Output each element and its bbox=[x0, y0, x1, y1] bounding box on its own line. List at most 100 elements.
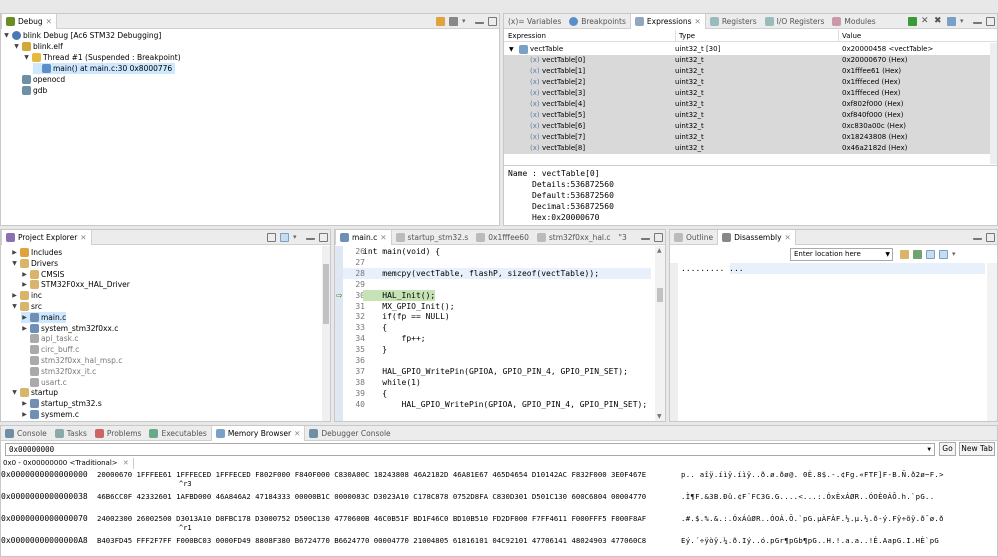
tab-debugger-console[interactable]: Debugger Console bbox=[305, 426, 394, 441]
editor-scrollbar[interactable]: ▲ ▼ bbox=[655, 246, 665, 421]
chevron-right-icon[interactable]: ▶ bbox=[21, 398, 28, 409]
tab-variables[interactable]: (x)= Variables bbox=[504, 14, 565, 29]
go-button[interactable]: Go bbox=[939, 442, 956, 456]
chevron-right-icon[interactable]: ▶ bbox=[21, 323, 28, 334]
memory-row[interactable]: 0x0000000000000038 46B6CC0F 42332601 1AFB… bbox=[1, 491, 997, 513]
explorer-item[interactable]: circ_buff.c bbox=[21, 344, 79, 355]
tab-main-c[interactable]: main.c ✕ bbox=[335, 230, 392, 245]
explorer-item[interactable]: stm32f0xx_hal_msp.c bbox=[21, 355, 122, 366]
disassembly-content[interactable]: ......... ... bbox=[681, 263, 744, 274]
minimize-icon[interactable] bbox=[475, 19, 484, 24]
collapse-all-icon[interactable] bbox=[947, 17, 956, 26]
tab-overflow[interactable]: "3 bbox=[615, 230, 631, 245]
maximize-icon[interactable] bbox=[986, 17, 995, 26]
remove-all-icon[interactable]: ✖ bbox=[934, 17, 943, 26]
view-menu-icon[interactable]: ▾ bbox=[960, 17, 969, 26]
tab-tasks[interactable]: Tasks bbox=[51, 426, 91, 441]
tree-item-openocd[interactable]: openocd bbox=[13, 74, 65, 85]
remove-icon[interactable]: ✕ bbox=[921, 17, 930, 26]
tab-disassembly[interactable]: Disassembly ✕ bbox=[717, 230, 796, 245]
tree-item-stackframe[interactable]: main() at main.c:30 0x8000776 bbox=[33, 63, 176, 74]
chevron-down-icon[interactable]: ▼ bbox=[11, 258, 18, 269]
link-with-editor-icon[interactable] bbox=[280, 233, 289, 242]
memory-row[interactable]: 0x0000000000000070 24002300 26002500 D301… bbox=[1, 513, 997, 535]
tab-hal-c[interactable]: stm32f0xx_hal.c bbox=[533, 230, 615, 245]
explorer-item[interactable]: ▶ CMSIS bbox=[21, 269, 64, 280]
close-icon[interactable]: ✕ bbox=[380, 230, 386, 245]
chevron-down-icon[interactable]: ▼ bbox=[885, 249, 890, 260]
chevron-down-icon[interactable]: ▼ bbox=[927, 444, 931, 455]
tab-startup-s[interactable]: startup_stm32.s bbox=[392, 230, 473, 245]
chevron-down-icon[interactable]: ▼ bbox=[11, 301, 18, 312]
tree-item-launch[interactable]: ▼ blink Debug [Ac6 STM32 Debugging] bbox=[3, 30, 161, 41]
tab-registers[interactable]: Registers bbox=[706, 14, 761, 29]
tab-breakpoints[interactable]: Breakpoints bbox=[565, 14, 630, 29]
column-type[interactable]: Type bbox=[675, 30, 695, 42]
tab-debug[interactable]: Debug ✕ bbox=[1, 14, 57, 29]
code-line[interactable]: 29 bbox=[343, 279, 651, 290]
explorer-item[interactable]: ▶ startup_stm32.s bbox=[21, 398, 102, 409]
memory-row[interactable]: 0x00000000000000A8 B403FD45 FFF2F7FF F000… bbox=[1, 535, 997, 556]
memory-row[interactable]: 0x0000000000000000 20000670 1FFFEE61 1FFF… bbox=[1, 469, 997, 491]
expression-row[interactable]: (x) vectTable[3] uint32_t 0x1fffeced (Hex) bbox=[504, 88, 997, 99]
rendering-tab[interactable]: 0x0 - 0x00000000 <Traditional> ✕ bbox=[1, 458, 134, 469]
view-menu-icon[interactable]: ▾ bbox=[952, 250, 961, 259]
refresh-icon[interactable] bbox=[913, 250, 922, 259]
tab-console[interactable]: Console bbox=[1, 426, 51, 441]
code-line[interactable]: 26 int main(void) { bbox=[343, 246, 651, 257]
code-line[interactable]: 36 bbox=[343, 355, 651, 366]
code-line[interactable]: 31 MX_GPIO_Init(); bbox=[343, 301, 651, 312]
view-menu-icon[interactable]: ▾ bbox=[462, 17, 471, 26]
tab-io-registers[interactable]: I/O Registers bbox=[761, 14, 829, 29]
chevron-right-icon[interactable]: ▶ bbox=[11, 247, 18, 258]
minimize-icon[interactable] bbox=[641, 235, 650, 240]
maximize-icon[interactable] bbox=[986, 233, 995, 242]
code-line[interactable]: 27 bbox=[343, 257, 651, 268]
scrollbar-thumb[interactable] bbox=[657, 288, 663, 302]
remove-terminated-icon[interactable] bbox=[449, 17, 458, 26]
home-icon[interactable] bbox=[900, 250, 909, 259]
code-line[interactable]: 34 fp++; bbox=[343, 333, 651, 344]
collapse-all-icon[interactable] bbox=[436, 17, 445, 26]
tab-executables[interactable]: Executables bbox=[145, 426, 210, 441]
expression-row[interactable]: (x) vectTable[7] uint32_t 0x18243808 (Hex) bbox=[504, 132, 997, 143]
code-line[interactable]: 32 if(fp == NULL) bbox=[343, 311, 651, 322]
column-expression[interactable]: Expression bbox=[508, 30, 546, 42]
expression-row[interactable]: (x) vectTable[5] uint32_t 0xf840f000 (Hex) bbox=[504, 110, 997, 121]
scroll-down-icon[interactable]: ▼ bbox=[657, 413, 662, 420]
scrollbar-thumb[interactable] bbox=[323, 264, 329, 324]
expression-row[interactable]: (x) vectTable[8] uint32_t 0x46a2182d (Hex) bbox=[504, 143, 997, 154]
chevron-right-icon[interactable]: ▶ bbox=[21, 279, 28, 290]
chevron-right-icon[interactable]: ▶ bbox=[21, 269, 28, 280]
expression-row[interactable]: (x) vectTable[0] uint32_t 0x20000670 (Hex) bbox=[504, 55, 997, 66]
collapse-all-icon[interactable] bbox=[267, 233, 276, 242]
explorer-item[interactable]: usart.c bbox=[21, 377, 67, 388]
explorer-item[interactable]: ▶ main.c bbox=[21, 311, 67, 323]
code-line[interactable]: 28 memcpy(vectTable, flashP, sizeof(vect… bbox=[343, 267, 651, 279]
expressions-scrollbar[interactable] bbox=[990, 43, 997, 164]
minimize-icon[interactable] bbox=[973, 19, 982, 24]
column-value[interactable]: Value bbox=[838, 30, 861, 42]
close-icon[interactable]: ✕ bbox=[785, 230, 791, 245]
tree-item-gdb[interactable]: gdb bbox=[13, 85, 47, 96]
close-icon[interactable]: ✕ bbox=[80, 230, 86, 245]
view-menu-icon[interactable]: ▾ bbox=[293, 233, 302, 242]
explorer-item[interactable]: ▶ inc bbox=[11, 290, 42, 301]
explorer-item[interactable]: ▶ sysmem.c bbox=[21, 409, 79, 420]
expression-row[interactable]: (x) vectTable[4] uint32_t 0xf802f000 (Hex) bbox=[504, 99, 997, 110]
code-line[interactable]: 30 HAL_Init(); bbox=[343, 289, 651, 301]
code-line[interactable]: 40 HAL_GPIO_WritePin(GPIOA, GPIO_PIN_4, … bbox=[343, 399, 651, 410]
maximize-icon[interactable] bbox=[488, 17, 497, 26]
explorer-item[interactable]: ▶ Includes bbox=[11, 247, 62, 258]
chevron-right-icon[interactable]: ▶ bbox=[21, 312, 28, 323]
new-tab-button[interactable]: New Tab bbox=[959, 442, 995, 456]
link-icon[interactable] bbox=[926, 250, 935, 259]
tab-expressions[interactable]: Expressions ✕ bbox=[629, 14, 706, 29]
minimize-icon[interactable] bbox=[306, 235, 315, 240]
close-icon[interactable]: ✕ bbox=[123, 459, 129, 467]
location-input[interactable]: Enter location here ▼ bbox=[790, 248, 893, 261]
chevron-down-icon[interactable]: ▼ bbox=[13, 41, 20, 52]
chevron-down-icon[interactable]: ▼ bbox=[11, 387, 18, 398]
code-line[interactable]: 35 } bbox=[343, 344, 651, 355]
disassembly-scrollbar[interactable] bbox=[987, 263, 997, 421]
